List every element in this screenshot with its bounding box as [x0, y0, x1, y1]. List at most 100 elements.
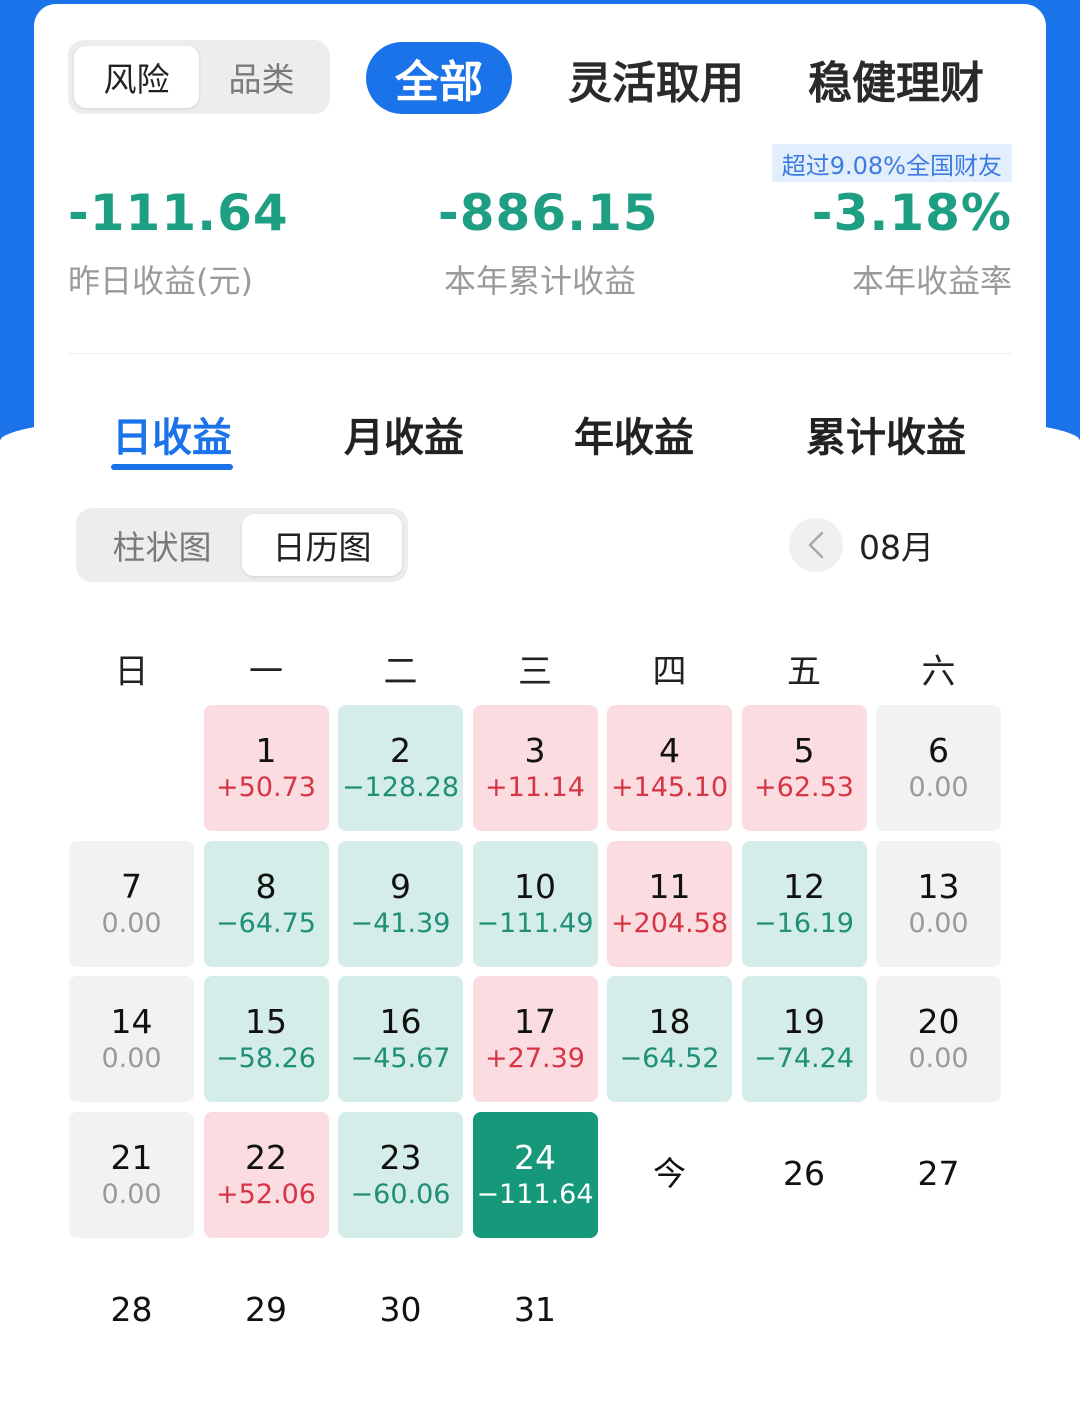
stat-year-rate-value: -3.18% — [811, 184, 1012, 242]
calendar-day-cell[interactable]: 20 0.00 — [876, 976, 1001, 1102]
calendar-day-value: 0.00 — [908, 907, 969, 939]
calendar-day-cell[interactable]: 24 −111.64 — [472, 1111, 598, 1238]
tab-cumulative[interactable]: 累计收益 — [806, 404, 966, 464]
filter-category-option[interactable]: 品类 — [199, 46, 324, 108]
calendar-day-cell[interactable]: 13 0.00 — [876, 840, 1001, 967]
calendar-day-number: 24 — [514, 1137, 556, 1177]
calendar-day-cell[interactable]: 7 0.00 — [69, 840, 194, 967]
calendar-day-cell[interactable]: 1 +50.73 — [203, 705, 329, 831]
calendar-day-value: −64.52 — [619, 1043, 720, 1075]
filter-risk-option[interactable]: 风险 — [74, 46, 199, 108]
calendar-day-number: 3 — [524, 731, 546, 770]
calendar-day-value: −64.75 — [216, 907, 316, 939]
calendar-day-number: 19 — [783, 1002, 825, 1041]
calendar-day-number: 15 — [245, 1002, 287, 1041]
month-nav: 08月 — [789, 518, 934, 572]
calendar-day-cell[interactable]: 10 −111.49 — [472, 840, 598, 967]
calendar-day-value: 0.00 — [101, 1043, 162, 1075]
category-stable-link[interactable]: 稳健理财 — [808, 46, 984, 112]
calendar-day-cell[interactable]: 15 −58.26 — [203, 976, 329, 1102]
calendar-day-number: 1 — [255, 731, 277, 770]
calendar-day-cell[interactable]: 6 0.00 — [876, 705, 1001, 831]
calendar-day-cell[interactable]: 2 −128.28 — [338, 705, 463, 831]
calendar-day-value: −45.67 — [350, 1043, 451, 1075]
calendar-day-cell[interactable]: 今 — [607, 1112, 732, 1238]
calendar-day-cell[interactable]: 27 — [876, 1112, 1001, 1238]
weekday-label: 四 — [652, 652, 687, 692]
calendar-day-cell[interactable]: 11 +204.58 — [607, 840, 732, 967]
calendar-day-cell[interactable]: 8 −64.75 — [203, 840, 329, 967]
calendar-day-cell[interactable]: 29 — [204, 1247, 329, 1373]
weekday-label: 五 — [787, 652, 821, 692]
calendar-day-cell[interactable]: 16 −45.67 — [338, 976, 463, 1102]
calendar-day-number: 29 — [245, 1289, 287, 1329]
view-calendar-option[interactable]: 日历图 — [242, 514, 402, 576]
stat-yesterday: -111.64 昨日收益(元) — [68, 184, 289, 302]
weekday-label: 六 — [921, 652, 956, 692]
calendar-day-cell[interactable]: 12 −16.19 — [741, 840, 867, 967]
calendar-day-number: 12 — [783, 866, 825, 906]
calendar-day-number: 9 — [390, 866, 411, 906]
calendar-day-number: 16 — [379, 1002, 422, 1041]
weekday-label: 日 — [114, 652, 149, 692]
calendar-day-value: 0.00 — [908, 772, 969, 804]
calendar-day-number: 4 — [659, 731, 680, 770]
earnings-tabs: 日收益 月收益 年收益 累计收益 — [34, 404, 1046, 474]
weekday-label: 二 — [383, 652, 418, 692]
calendar-day-value: −111.49 — [476, 907, 594, 939]
filter-toggle: 风险 品类 — [68, 40, 330, 114]
calendar-day-number: 14 — [110, 1002, 153, 1041]
rank-badge: 超过9.08%全国财友 — [771, 144, 1012, 182]
calendar-day-value: −16.19 — [754, 907, 854, 939]
calendar-day-cell[interactable]: 23 −60.06 — [338, 1111, 463, 1238]
stat-year-total-value: -886.15 — [438, 184, 659, 242]
calendar-day-value: 0.00 — [908, 1043, 969, 1075]
stat-year-total: -886.15 本年累计收益 — [438, 184, 659, 302]
calendar-day-cell[interactable]: 19 −74.24 — [741, 976, 867, 1102]
calendar-day-cell[interactable]: 4 +145.10 — [607, 705, 732, 831]
calendar-day-cell[interactable]: 21 0.00 — [69, 1111, 194, 1238]
calendar-day-value: +11.14 — [485, 772, 585, 804]
prev-month-button[interactable] — [789, 518, 843, 572]
calendar-day-cell[interactable]: 22 +52.06 — [203, 1111, 329, 1238]
calendar-day-number: 13 — [917, 866, 960, 906]
view-toggle: 柱状图 日历图 — [76, 508, 408, 582]
calendar-day-cell[interactable]: 9 −41.39 — [338, 840, 463, 967]
tab-monthly[interactable]: 月收益 — [344, 404, 464, 464]
calendar-day-value: −58.26 — [216, 1043, 316, 1075]
calendar-day-cell[interactable]: 30 — [338, 1247, 463, 1373]
calendar-day-number: 31 — [514, 1289, 556, 1329]
weekday-label: 一 — [249, 652, 283, 692]
tab-daily[interactable]: 日收益 — [112, 404, 232, 464]
calendar-day-cell[interactable]: 3 +11.14 — [472, 705, 598, 831]
chevron-left-icon — [808, 531, 824, 559]
calendar-day-cell[interactable]: 26 — [742, 1112, 867, 1238]
stat-year-total-label: 本年累计收益 — [443, 262, 636, 300]
view-bar-option[interactable]: 柱状图 — [82, 514, 242, 576]
calendar-day-value: +145.10 — [610, 772, 729, 804]
calendar-day-number: 今 — [653, 1154, 686, 1194]
category-flexible-link[interactable]: 灵活取用 — [568, 46, 744, 112]
calendar-day-cell[interactable]: 5 +62.53 — [741, 705, 867, 831]
calendar-day-cell[interactable]: 14 0.00 — [69, 976, 194, 1102]
stat-yesterday-label: 昨日收益(元) — [68, 262, 253, 300]
calendar-day-value: +52.06 — [216, 1178, 316, 1210]
calendar-day-value: +204.58 — [610, 907, 729, 939]
tab-yearly[interactable]: 年收益 — [574, 404, 694, 464]
calendar-day-number: 27 — [917, 1154, 960, 1194]
calendar-day-value: 0.00 — [101, 907, 162, 939]
calendar-day-value: +62.53 — [754, 772, 854, 804]
calendar-day-cell[interactable]: 31 — [473, 1247, 598, 1373]
calendar-day-number: 7 — [121, 866, 142, 906]
category-all-pill[interactable]: 全部 — [366, 42, 512, 114]
divider — [68, 353, 1012, 354]
calendar-day-value: +50.73 — [216, 772, 316, 804]
calendar-day-number: 8 — [255, 866, 277, 906]
calendar-day-cell[interactable]: 18 −64.52 — [607, 976, 732, 1102]
calendar-day-number: 17 — [514, 1002, 556, 1041]
calendar-day-cell[interactable]: 17 +27.39 — [472, 976, 598, 1102]
calendar-day-value: 0.00 — [101, 1178, 162, 1210]
stat-year-rate: -3.18% 本年收益率 — [812, 184, 1012, 302]
calendar-day-number: 21 — [110, 1137, 153, 1177]
calendar-day-cell[interactable]: 28 — [69, 1247, 194, 1373]
